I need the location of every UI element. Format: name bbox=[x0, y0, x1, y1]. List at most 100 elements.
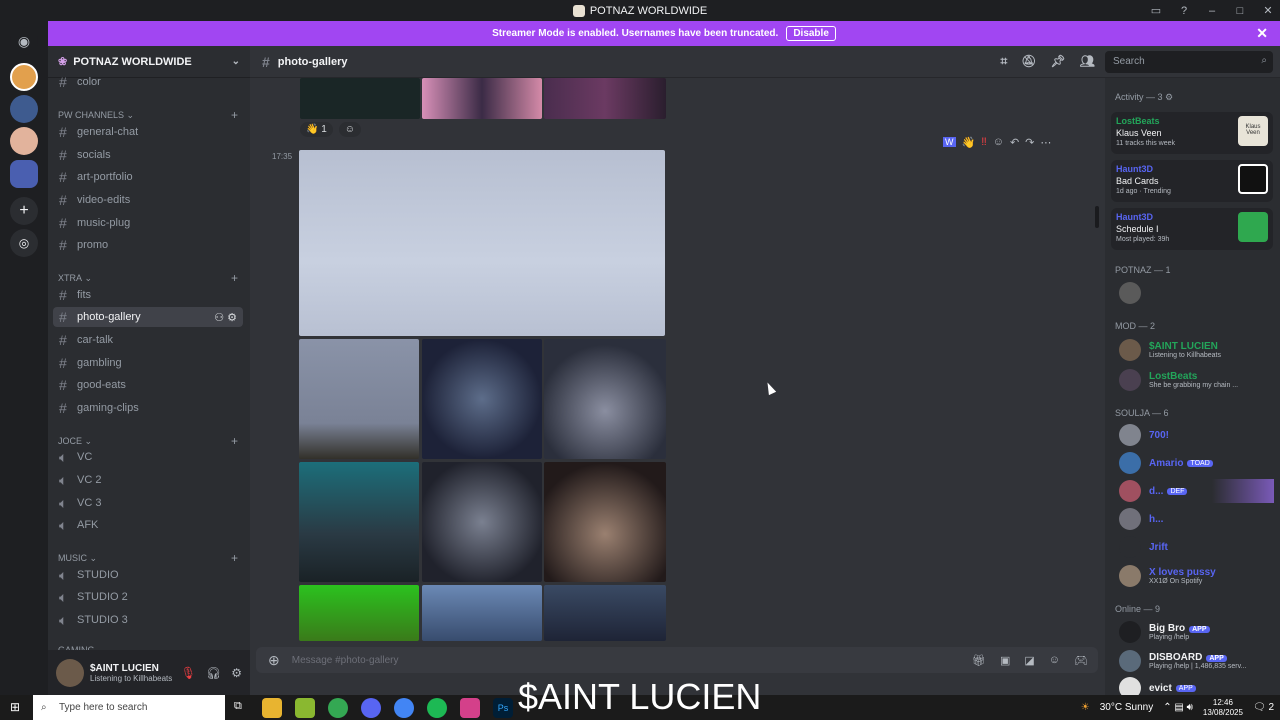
channel-socials[interactable]: # socials bbox=[53, 145, 243, 165]
channel-color[interactable]: # color bbox=[53, 72, 243, 92]
add-server-icon[interactable]: + bbox=[10, 197, 38, 225]
add-channel-icon[interactable]: + bbox=[231, 434, 238, 448]
category-music[interactable]: MUSIC ⌄ + bbox=[58, 551, 238, 565]
maximize-button[interactable]: □ bbox=[1228, 5, 1252, 17]
forward-icon[interactable]: ↷ bbox=[1025, 136, 1034, 149]
member-item[interactable]: $AINT LUCIEN Listening to Killhabeats bbox=[1119, 338, 1221, 362]
notifications-muted-icon[interactable]: 🔕︎ bbox=[1021, 54, 1036, 69]
scrollbar-thumb[interactable] bbox=[1095, 206, 1099, 228]
member-item[interactable]: Jrift bbox=[1119, 535, 1168, 559]
chrome-icon[interactable] bbox=[328, 698, 348, 718]
member-item[interactable]: X loves pussy XX1Ø On Spotify bbox=[1119, 564, 1216, 588]
voice-channel-studio[interactable]: 🔈︎ STUDIO bbox=[53, 565, 243, 585]
category-joce[interactable]: JOCE ⌄ + bbox=[58, 434, 238, 448]
chrome-icon[interactable] bbox=[394, 698, 414, 718]
w-emoji-icon[interactable]: W bbox=[943, 137, 956, 147]
invite-icon[interactable]: ⚇ bbox=[214, 312, 224, 324]
discord-home-icon[interactable]: ◉ bbox=[10, 27, 38, 55]
gif-icon[interactable]: ▣ bbox=[1000, 654, 1010, 667]
gallery-image-sky[interactable] bbox=[299, 150, 665, 336]
channel-video-edits[interactable]: # video-edits bbox=[53, 190, 243, 210]
voice-channel-afk[interactable]: 🔈︎ AFK bbox=[53, 515, 243, 535]
member-item[interactable]: LostBeats She be grabbing my chain ... bbox=[1119, 368, 1238, 392]
server-folder-icon[interactable] bbox=[10, 160, 38, 188]
mute-mic-icon[interactable]: 🎙︎ bbox=[181, 666, 196, 680]
category-xtra[interactable]: XTRA ⌄ + bbox=[58, 271, 238, 285]
gallery-image-poster[interactable] bbox=[299, 462, 419, 582]
task-view-icon[interactable]: ⧉ bbox=[234, 700, 242, 713]
member-item[interactable]: Amario TOAD bbox=[1119, 451, 1213, 475]
weather-text[interactable]: 30°C Sunny bbox=[1100, 702, 1153, 713]
avatar[interactable] bbox=[56, 658, 84, 687]
gallery-image[interactable] bbox=[300, 78, 420, 119]
settings-gear-icon[interactable]: ⚙ bbox=[1165, 92, 1173, 102]
minimize-button[interactable]: – bbox=[1200, 5, 1224, 17]
help-icon[interactable]: ? bbox=[1172, 5, 1196, 17]
voice-channel-vc[interactable]: 🔈︎ VC bbox=[53, 447, 243, 467]
taskbar-search-input[interactable]: ⌕ Type here to search bbox=[33, 695, 225, 720]
spotify-icon[interactable] bbox=[427, 698, 447, 718]
category-pw-channels[interactable]: PW CHANNELS ⌄ + bbox=[58, 108, 238, 122]
member-item[interactable]: DISBOARD APP Playing /help | 1,486,835 ser… bbox=[1119, 649, 1246, 673]
member-item[interactable]: 700! bbox=[1119, 423, 1169, 447]
disable-streamer-mode-button[interactable]: Disable bbox=[786, 26, 836, 41]
more-options-icon[interactable]: ⋯ bbox=[1040, 136, 1051, 149]
voice-channel-vc-3[interactable]: 🔈︎ VC 3 bbox=[53, 493, 243, 513]
member-item[interactable] bbox=[1119, 281, 1141, 305]
activity-card[interactable]: Haunt3D Bad Cards 1d ago · Trending bbox=[1111, 160, 1273, 202]
activity-card[interactable]: LostBeats Klaus Veen 11 tracks this week… bbox=[1111, 112, 1273, 154]
member-item[interactable]: h... bbox=[1119, 507, 1163, 531]
gallery-image-crowd[interactable] bbox=[422, 462, 542, 582]
gallery-image-selfie[interactable] bbox=[544, 462, 666, 582]
channel-general-chat[interactable]: # general-chat bbox=[53, 122, 243, 142]
file-explorer-icon[interactable] bbox=[262, 698, 282, 718]
voice-channel-vc-2[interactable]: 🔈︎ VC 2 bbox=[53, 470, 243, 490]
channel-good-eats[interactable]: # good-eats bbox=[53, 375, 243, 395]
settings-gear-icon[interactable]: ⚙ bbox=[227, 312, 237, 324]
add-reaction-icon[interactable]: ☺ bbox=[993, 136, 1004, 148]
user-settings-gear-icon[interactable]: ⚙ bbox=[231, 666, 242, 680]
gallery-image-lights[interactable] bbox=[422, 585, 542, 641]
channel-gaming-clips[interactable]: # gaming-clips bbox=[53, 398, 243, 418]
channel-fits[interactable]: # fits bbox=[53, 285, 243, 305]
add-reaction-icon[interactable]: ☺ bbox=[338, 122, 362, 137]
channel-music-plug[interactable]: # music-plug bbox=[53, 213, 243, 233]
channel-gambling[interactable]: # gambling bbox=[53, 353, 243, 373]
gallery-image[interactable] bbox=[544, 78, 666, 119]
member-item[interactable]: Big Bro APP Playing /help bbox=[1119, 620, 1210, 644]
gallery-image-night[interactable] bbox=[544, 585, 666, 641]
discord-icon[interactable] bbox=[361, 698, 381, 718]
member-item[interactable]: evict APP bbox=[1119, 676, 1196, 695]
member-list-icon[interactable]: 👥︎ bbox=[1080, 54, 1095, 69]
gallery-image-group[interactable] bbox=[544, 339, 666, 459]
pin-icon[interactable]: 📌︎ bbox=[1051, 54, 1066, 69]
wave-emoji-icon[interactable]: 👋 bbox=[962, 136, 976, 149]
close-banner-icon[interactable]: ✕ bbox=[1256, 25, 1268, 42]
member-item[interactable]: d... DEF bbox=[1119, 479, 1274, 503]
voice-channel-studio-2[interactable]: 🔈︎ STUDIO 2 bbox=[53, 587, 243, 607]
taskbar-clock[interactable]: 12:46 13/08/2025 bbox=[1203, 698, 1243, 718]
message-input[interactable]: ⊕ Message #photo-gallery 🎁︎ ▣ ◪ ☺ 🎮︎ bbox=[256, 647, 1098, 673]
server-icon-cardworld[interactable] bbox=[10, 95, 38, 123]
server-icon-potnaz[interactable] bbox=[10, 63, 38, 91]
threads-icon[interactable]: ⌗ bbox=[1001, 54, 1008, 69]
apps-icon[interactable]: 🎮︎ bbox=[1074, 654, 1088, 667]
emoji-icon[interactable]: ☺ bbox=[1049, 654, 1060, 667]
gallery-image-green[interactable] bbox=[299, 585, 419, 641]
channel-art-portfolio[interactable]: # art-portfolio bbox=[53, 167, 243, 187]
add-channel-icon[interactable]: + bbox=[231, 271, 238, 285]
inbox-icon[interactable]: ▭ bbox=[1144, 4, 1168, 17]
instagram-icon[interactable] bbox=[460, 698, 480, 718]
photoshop-icon[interactable]: Ps bbox=[493, 698, 513, 718]
channel-promo[interactable]: # promo bbox=[53, 235, 243, 255]
reaction-wave[interactable]: 👋 1 bbox=[300, 122, 333, 137]
channel-photo-gallery[interactable]: # photo-gallery ⚇ ⚙ bbox=[53, 307, 243, 327]
gallery-image[interactable] bbox=[422, 78, 542, 119]
gallery-image-person[interactable] bbox=[422, 339, 542, 459]
reply-icon[interactable]: ↶ bbox=[1010, 136, 1019, 149]
discover-icon[interactable]: ◎ bbox=[10, 229, 38, 257]
search-input[interactable]: Search ⌕ bbox=[1105, 51, 1273, 73]
headphones-icon[interactable]: 🎧︎ bbox=[206, 666, 221, 680]
gallery-image-trees[interactable] bbox=[299, 339, 419, 459]
sticker-icon[interactable]: ◪ bbox=[1024, 654, 1034, 667]
